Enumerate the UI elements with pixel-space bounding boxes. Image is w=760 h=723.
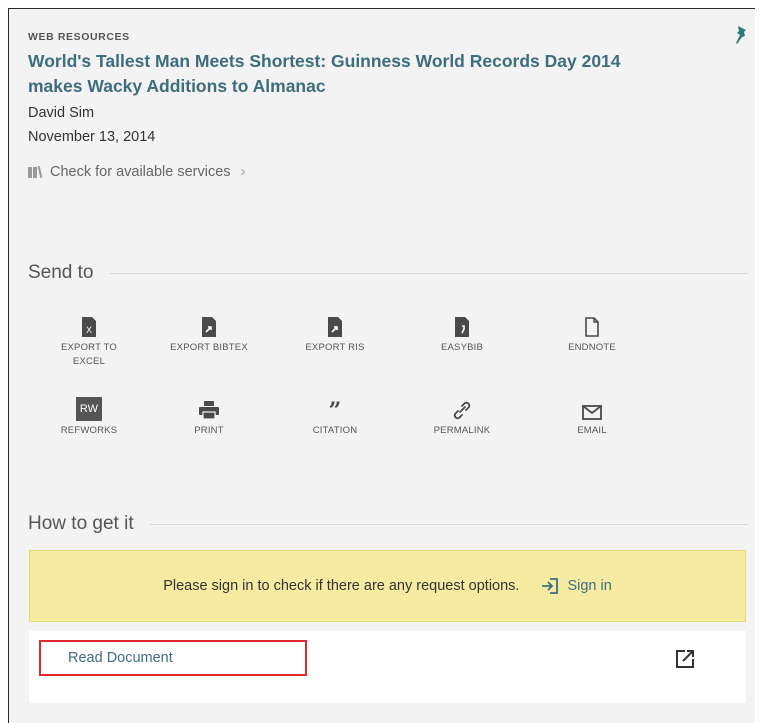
action-label: EXPORT BIBTEX: [170, 342, 248, 353]
pin-icon[interactable]: [733, 25, 749, 45]
record-date: November 13, 2014: [28, 129, 156, 145]
easybib-file-icon: [455, 317, 469, 337]
endnote-button[interactable]: ENDNOTE: [552, 312, 632, 355]
send-to-heading: Send to: [28, 262, 94, 283]
read-document-highlight: Read Document: [39, 640, 307, 676]
excel-file-icon: X: [82, 317, 96, 337]
how-to-get-heading: How to get it: [28, 513, 134, 534]
sign-in-icon: [542, 578, 559, 594]
action-label: PERMALINK: [433, 425, 491, 436]
permalink-button[interactable]: PERMALINK: [422, 395, 502, 438]
link-icon: [453, 401, 471, 420]
action-label: PRINT: [194, 425, 224, 436]
action-label: EXPORT RIS: [305, 342, 365, 353]
divider: [149, 523, 748, 525]
action-label: EASYBIB: [440, 342, 484, 353]
action-label: REFWORKS: [60, 425, 118, 436]
resource-type: WEB RESOURCES: [28, 31, 130, 43]
refworks-icon: RW: [76, 397, 102, 421]
sign-in-notice: Please sign in to check if there are any…: [29, 550, 746, 622]
citation-button[interactable]: ” CITATION: [295, 395, 375, 438]
action-label: EMAIL: [577, 425, 607, 436]
book-icon: [28, 165, 43, 178]
email-button[interactable]: EMAIL: [552, 395, 632, 438]
service-row: Read Document: [29, 631, 746, 703]
export-ris-button[interactable]: EXPORT RIS: [295, 312, 375, 355]
chevron-right-icon: ›: [240, 163, 246, 180]
bibtex-file-icon: [202, 317, 216, 337]
printer-icon: [199, 401, 219, 420]
refworks-button[interactable]: RW REFWORKS: [49, 395, 129, 438]
send-to-header: Send to: [28, 262, 748, 284]
record-panel: WEB RESOURCES World's Tallest Man Meets …: [8, 8, 755, 723]
endnote-file-icon: [585, 317, 599, 337]
easybib-button[interactable]: EASYBIB: [422, 312, 502, 355]
action-label: ENDNOTE: [568, 342, 616, 353]
export-bibtex-button[interactable]: EXPORT BIBTEX: [169, 312, 249, 355]
action-label: CITATION: [312, 425, 358, 436]
print-button[interactable]: PRINT: [169, 395, 249, 438]
export-excel-button[interactable]: X EXPORT TO EXCEL: [49, 312, 129, 369]
ris-file-icon: [328, 317, 342, 337]
notice-message: Please sign in to check if there are any…: [163, 578, 520, 594]
quote-icon: ”: [328, 398, 342, 424]
sign-in-label: Sign in: [567, 578, 612, 594]
check-services-link[interactable]: Check for available services ›: [28, 163, 246, 180]
record-author: David Sim: [28, 105, 95, 121]
envelope-icon: [582, 405, 602, 420]
svg-text:X: X: [86, 325, 92, 335]
how-to-get-header: How to get it: [28, 513, 748, 535]
record-title[interactable]: World's Tallest Man Meets Shortest: Guin…: [28, 49, 628, 99]
divider: [109, 272, 748, 274]
external-link-icon[interactable]: [675, 649, 695, 669]
sign-in-button[interactable]: Sign in: [541, 577, 612, 595]
read-document-link[interactable]: Read Document: [68, 650, 173, 666]
action-label: EXPORT TO EXCEL: [60, 342, 117, 367]
check-services-label: Check for available services: [50, 163, 231, 180]
